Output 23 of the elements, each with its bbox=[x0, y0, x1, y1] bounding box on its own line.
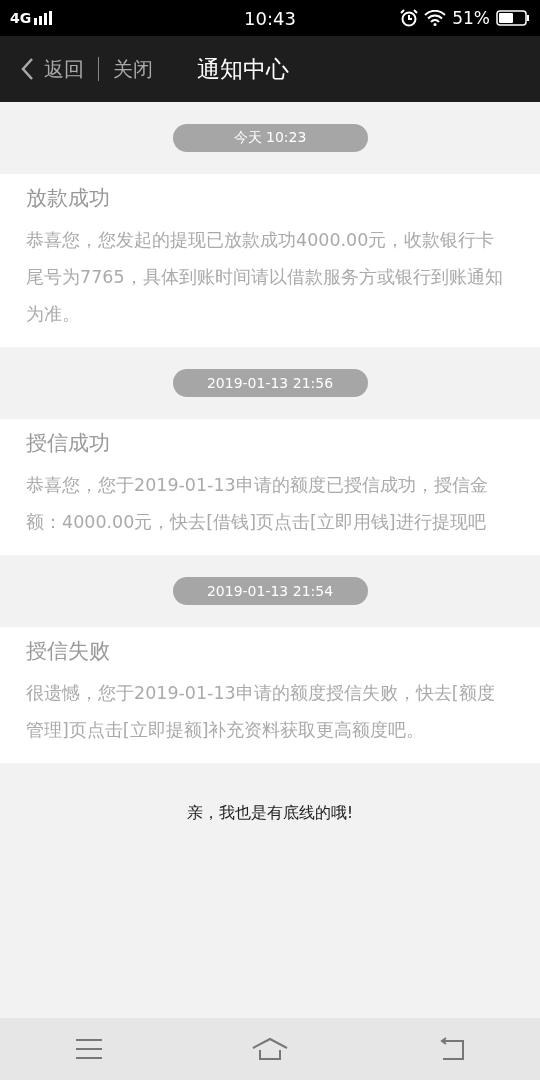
timestamp-label: 2019-01-13 21:56 bbox=[172, 369, 368, 397]
alarm-icon bbox=[400, 9, 419, 27]
timestamp-label: 2019-01-13 21:54 bbox=[172, 577, 368, 605]
battery-icon bbox=[496, 10, 530, 26]
notification-text: 恭喜您，您于2019-01-13申请的额度已授信成功，授信金额：4000.00元，快去[借钱]页点击[立即用钱]进行提现吧 bbox=[26, 474, 489, 534]
notification-title: 授信成功 bbox=[26, 430, 111, 457]
network-label: 4G bbox=[10, 10, 32, 26]
back-button[interactable]: 返回 bbox=[20, 55, 84, 83]
notification-text: 恭喜您，您发起的提现已放款成功4000.00元，收款银行卡尾号为7765，具体到账时间请以借款服务方或银行到账通知为准。 bbox=[26, 229, 504, 326]
wifi-icon bbox=[424, 10, 447, 26]
timestamp-label: 今天 10:23 bbox=[172, 124, 368, 152]
signal-icon bbox=[34, 11, 55, 25]
clock-time: 10:43 bbox=[243, 7, 297, 29]
close-button[interactable]: 关闭 bbox=[113, 55, 153, 83]
chevron-left-icon bbox=[20, 57, 34, 81]
end-of-list-note: 亲，我也是有底线的哦! bbox=[185, 803, 355, 824]
notification-title: 放款成功 bbox=[26, 185, 111, 212]
notification-title: 授信失败 bbox=[26, 638, 111, 665]
home-icon[interactable] bbox=[252, 1037, 288, 1061]
battery-percent: 51% bbox=[452, 8, 490, 28]
page-title: 通知中心 bbox=[197, 54, 289, 84]
notification-text: 很遗憾，您于2019-01-13申请的额度授信失败，快去[额度管理]页点击[立即提额]补充资料获取更高额度吧。 bbox=[26, 682, 496, 742]
menu-icon[interactable] bbox=[74, 1038, 103, 1060]
